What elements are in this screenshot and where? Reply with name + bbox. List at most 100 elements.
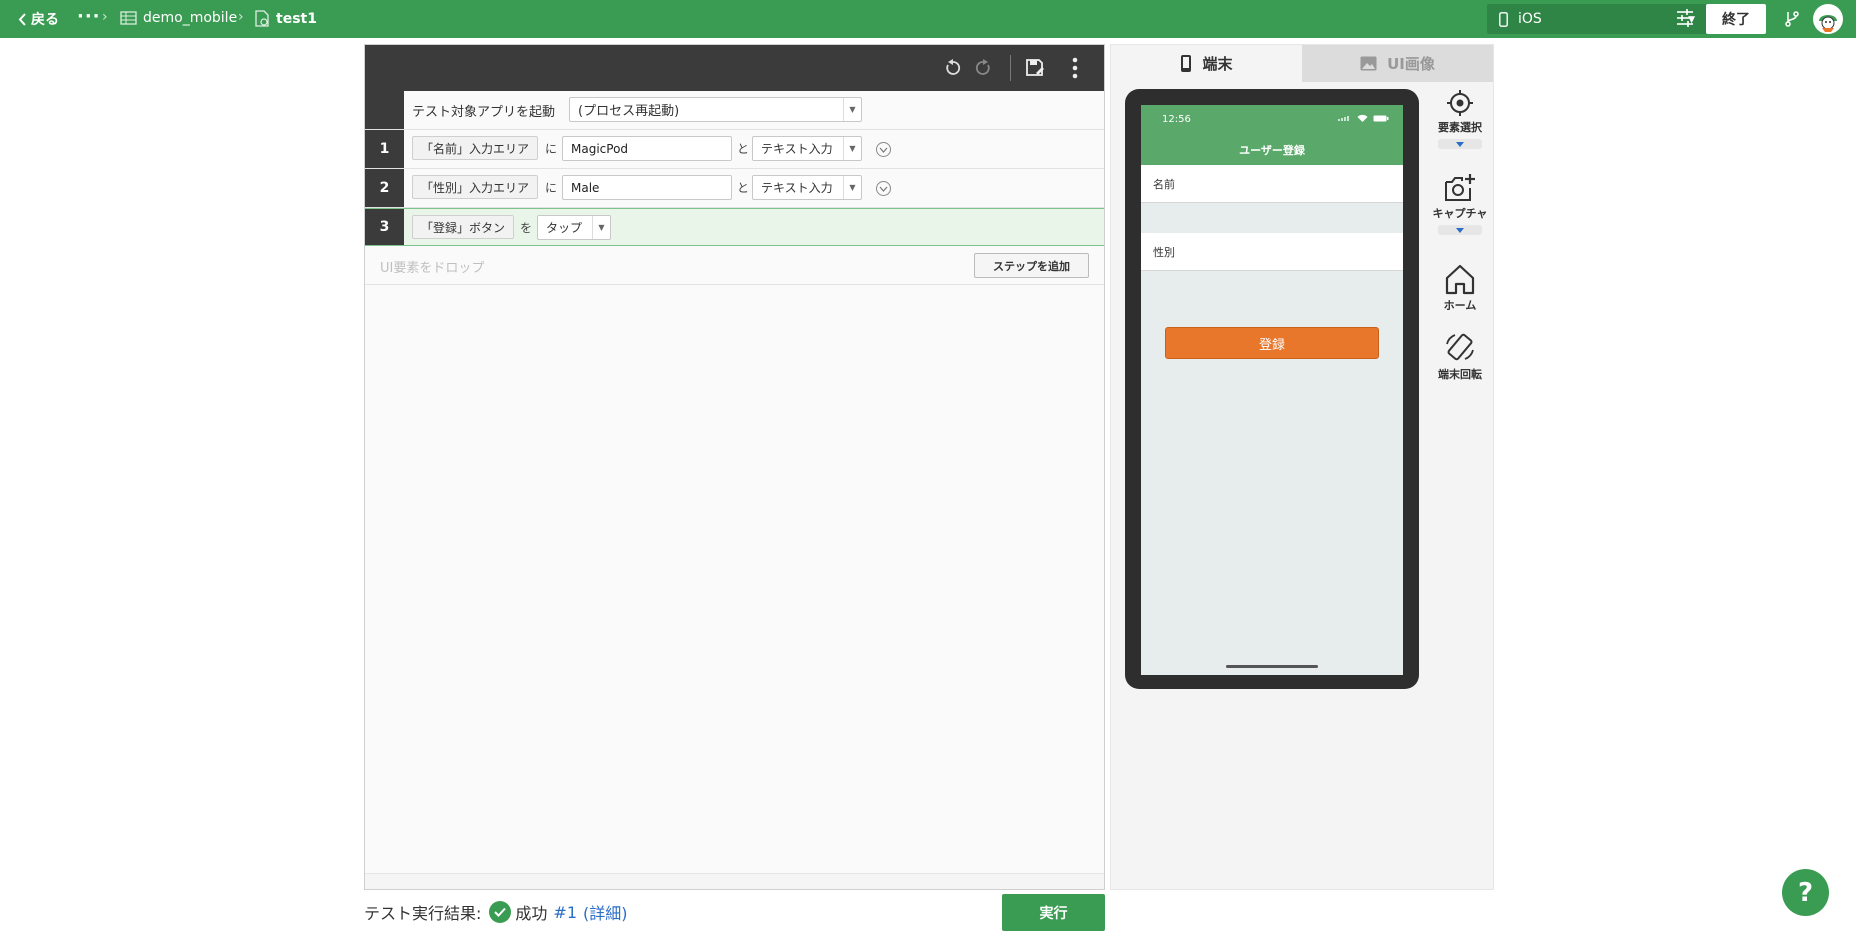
- tab-device[interactable]: 端末: [1111, 45, 1302, 82]
- phone-icon: [1181, 55, 1192, 72]
- end-button[interactable]: 終了: [1706, 4, 1766, 34]
- ui-element-chip[interactable]: 「名前」入力エリア: [412, 136, 539, 160]
- more-icon[interactable]: ···: [77, 6, 101, 27]
- detail-link[interactable]: (詳細): [583, 900, 628, 924]
- caret-down-icon[interactable]: [1438, 139, 1482, 149]
- capture-label: キャプチャ: [1432, 207, 1488, 220]
- panel-tabs: 端末 UI画像: [1111, 45, 1493, 82]
- result-label: テスト実行結果:: [364, 904, 482, 923]
- battery-icon: [1373, 115, 1389, 121]
- save-icon[interactable]: [1024, 57, 1046, 79]
- row-number: 3: [365, 209, 404, 245]
- row-number: 2: [365, 169, 404, 207]
- caret-down-icon[interactable]: [1438, 225, 1482, 235]
- toolbar-divider: [1010, 55, 1011, 81]
- undo-icon[interactable]: [942, 57, 964, 79]
- breadcrumb-test-label: test1: [276, 10, 317, 27]
- particle-text: に: [545, 181, 558, 195]
- expand-circle-icon[interactable]: [876, 142, 891, 157]
- wifi-icon: [1357, 114, 1368, 122]
- app-title: ユーザー登録: [1141, 135, 1403, 165]
- home-indicator: [1226, 665, 1318, 668]
- action-select[interactable]: タップ ▼: [537, 215, 611, 240]
- back-button[interactable]: 戻る: [18, 9, 59, 29]
- drop-hint: UI要素をドロップ: [380, 261, 485, 276]
- device-frame: 12:56 ユーザー登録 名前 性別 登録: [1125, 89, 1419, 689]
- home-tool[interactable]: ホーム: [1429, 263, 1491, 313]
- redo-icon[interactable]: [972, 57, 994, 79]
- status-bar: 12:56: [1141, 105, 1403, 135]
- chevron-right-icon: ›: [238, 9, 244, 25]
- text-value-input[interactable]: Male: [562, 175, 732, 200]
- caret-down-icon: ▼: [843, 137, 861, 160]
- particle-text: と: [737, 181, 750, 195]
- launch-app-label: テスト対象アプリを起動: [412, 105, 556, 120]
- rotate-device-tool[interactable]: 端末回転: [1429, 332, 1491, 382]
- ui-element-chip[interactable]: 「登録」ボタン: [412, 215, 515, 239]
- avatar[interactable]: [1813, 4, 1843, 34]
- caret-down-icon: ▼: [592, 216, 610, 239]
- help-button[interactable]: ?: [1782, 869, 1829, 916]
- camera-plus-icon: [1445, 174, 1475, 201]
- action-select[interactable]: テキスト入力 ▼: [752, 175, 862, 200]
- run-button[interactable]: 実行: [1002, 894, 1105, 931]
- tab-device-label: 端末: [1202, 55, 1233, 73]
- particle-text: と: [737, 142, 750, 156]
- breadcrumb-test[interactable]: test1: [254, 10, 317, 27]
- caret-down-icon: ▼: [843, 98, 861, 121]
- device-select-value: iOS: [1518, 11, 1542, 27]
- launch-option-value: (プロセス再起動): [578, 104, 680, 119]
- check-circle-icon: [489, 901, 512, 923]
- chevron-right-icon: ›: [102, 9, 108, 25]
- home-label: ホーム: [1443, 299, 1477, 312]
- editor-scrollbar[interactable]: [365, 873, 1104, 889]
- action-select-value: テキスト入力: [761, 142, 833, 156]
- gender-field[interactable]: 性別: [1141, 233, 1403, 271]
- particle-text: を: [520, 221, 533, 235]
- caret-down-icon: ▼: [843, 176, 861, 199]
- breadcrumb-project-label: demo_mobile: [143, 10, 238, 26]
- status-icons: [1338, 114, 1389, 122]
- status-time: 12:56: [1162, 114, 1191, 125]
- row-number: [365, 91, 404, 129]
- device-screen[interactable]: 12:56 ユーザー登録 名前 性別 登録: [1141, 105, 1403, 675]
- branch-icon[interactable]: [1785, 10, 1799, 31]
- breadcrumb-project[interactable]: demo_mobile: [120, 10, 237, 26]
- register-button[interactable]: 登録: [1165, 327, 1379, 359]
- test-file-icon: [255, 10, 269, 27]
- editor-toolbar: [365, 45, 1104, 91]
- step-row-selected[interactable]: 3 「登録」ボタン を タップ ▼: [365, 208, 1104, 246]
- crosshair-icon: [1447, 90, 1473, 116]
- select-element-label: 要素選択: [1438, 121, 1482, 134]
- run-number-link[interactable]: #1: [553, 903, 577, 922]
- result-status: 成功: [515, 904, 548, 923]
- step-row[interactable]: 2 「性別」入力エリア に Male と テキスト入力 ▼: [365, 169, 1104, 208]
- drop-zone[interactable]: UI要素をドロップ ステップを追加: [365, 246, 1104, 285]
- tab-ui-image-label: UI画像: [1387, 55, 1435, 73]
- tab-ui-image[interactable]: UI画像: [1302, 45, 1493, 82]
- launch-option-select[interactable]: (プロセス再起動) ▼: [569, 97, 862, 122]
- expand-circle-icon[interactable]: [876, 181, 891, 196]
- select-element-tool[interactable]: 要素選択: [1429, 89, 1491, 149]
- action-select[interactable]: テキスト入力 ▼: [752, 136, 862, 161]
- image-icon: [1360, 56, 1377, 71]
- top-bar: 戻る ··· › demo_mobile › test1 iOS ▼ 終了: [0, 0, 1856, 38]
- step-row[interactable]: 1 「名前」入力エリア に MagicPod と テキスト入力 ▼: [365, 130, 1104, 169]
- settings-sliders-icon[interactable]: [1676, 8, 1694, 32]
- table-icon: [120, 11, 137, 25]
- step-row-start[interactable]: テスト対象アプリを起動 (プロセス再起動) ▼: [365, 91, 1104, 130]
- signal-icon: [1338, 116, 1349, 121]
- particle-text: に: [545, 142, 558, 156]
- device-select[interactable]: iOS ▼: [1487, 4, 1707, 34]
- test-editor: テスト対象アプリを起動 (プロセス再起動) ▼ 1 「名前」入力エリア に Ma…: [364, 44, 1105, 890]
- more-vertical-icon[interactable]: [1064, 57, 1086, 79]
- text-value-input[interactable]: MagicPod: [562, 136, 732, 161]
- action-select-value: タップ: [546, 221, 583, 235]
- back-label: 戻る: [31, 12, 59, 28]
- device-panel: 端末 UI画像 12:56 ユーザー登録 名前 性別 登録 要素選択 キャプチャ…: [1110, 44, 1494, 890]
- ui-element-chip[interactable]: 「性別」入力エリア: [412, 175, 539, 199]
- capture-tool[interactable]: キャプチャ: [1429, 173, 1491, 235]
- add-step-button[interactable]: ステップを追加: [974, 253, 1089, 278]
- phone-icon: [1499, 11, 1508, 27]
- name-field[interactable]: 名前: [1141, 165, 1403, 203]
